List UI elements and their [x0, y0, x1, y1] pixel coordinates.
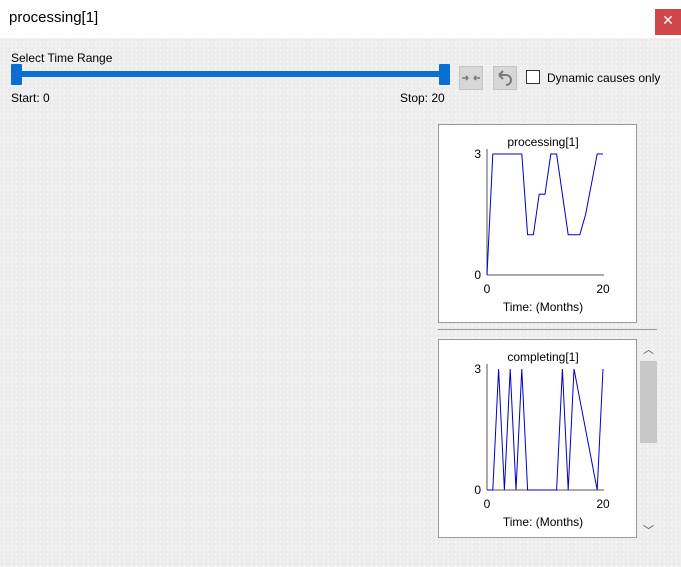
- graph-scrollbar[interactable]: ︿ ﹀: [639, 339, 658, 539]
- slider-stop-handle[interactable]: [439, 64, 450, 85]
- collapse-range-button[interactable]: [459, 66, 483, 90]
- scroll-down-icon[interactable]: ﹀: [639, 522, 658, 540]
- series-line: [487, 368, 604, 491]
- x-tick-label: 0: [484, 497, 491, 511]
- processing-chart: processing[1] 3 00 20 Time: (Months): [474, 135, 610, 314]
- panel-separator: [438, 329, 657, 330]
- graph-panel-processing[interactable]: processing[1] 3 0 0 20 Time: (Months): [438, 124, 637, 323]
- x-tick-label: 0: [484, 282, 491, 296]
- y-tick-label: 3: [474, 362, 481, 376]
- title-bar: processing[1] ✕: [0, 0, 681, 38]
- series-line: [486, 153, 603, 276]
- start-value: Start: 0: [11, 91, 50, 105]
- undo-arrow-icon: [498, 70, 512, 86]
- chart-title: completing[1]: [507, 350, 578, 364]
- dynamic-causes-label: Dynamic causes only: [547, 71, 661, 85]
- scroll-thumb[interactable]: [640, 361, 657, 443]
- stop-value: Stop: 20: [400, 91, 445, 105]
- y-tick-label: 0: [474, 268, 481, 282]
- collapse-arrows-icon: [462, 75, 480, 81]
- graph-panel-completing[interactable]: completing[1] 3 0 0 20 Time: (Months): [438, 339, 637, 538]
- dynamic-causes-checkbox[interactable]: [526, 70, 540, 84]
- x-axis-label: Time: (Months): [503, 300, 583, 314]
- chart-title: processing[1]: [507, 135, 578, 149]
- y-tick-label: 0: [474, 483, 481, 497]
- y-tick-label: 3: [474, 147, 481, 161]
- completing-chart: completing[1] 3 00 20 Time: (Months): [474, 350, 610, 529]
- close-button[interactable]: ✕: [655, 9, 681, 35]
- x-tick-label: 20: [596, 497, 610, 511]
- undo-button[interactable]: [493, 66, 517, 90]
- scroll-up-icon[interactable]: ︿: [639, 341, 658, 359]
- time-range-slider[interactable]: [14, 71, 446, 77]
- x-tick-label: 20: [596, 282, 610, 296]
- x-axis-label: Time: (Months): [503, 515, 583, 529]
- close-icon: ✕: [662, 13, 674, 29]
- select-time-range-label: Select Time Range: [11, 51, 113, 65]
- slider-start-handle[interactable]: [11, 64, 22, 85]
- window-title: processing[1]: [9, 9, 99, 26]
